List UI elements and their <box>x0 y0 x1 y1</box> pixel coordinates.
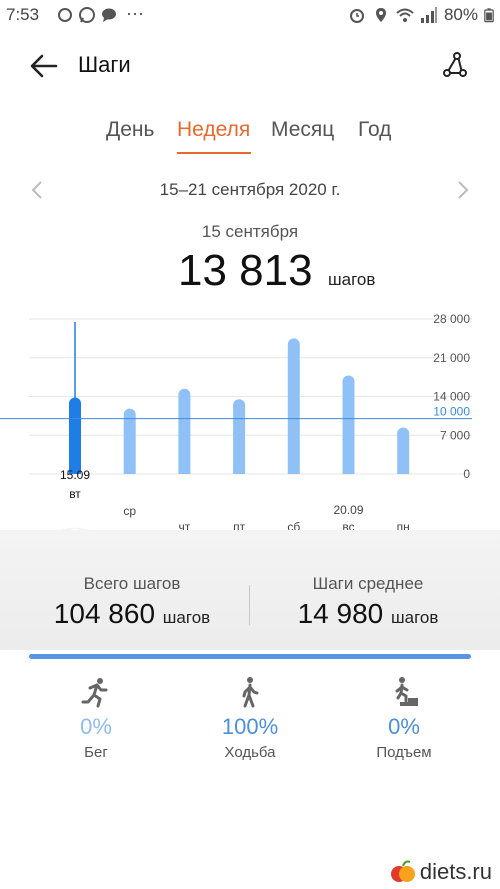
chart-bar-base <box>123 468 136 474</box>
wifi-icon <box>396 8 414 22</box>
walking-label: Ходьба <box>224 744 276 761</box>
y-tick-label: 28 000 <box>433 312 470 326</box>
more-notifications-dots: ··· <box>126 3 144 23</box>
brand-watermark: diets.ru <box>390 859 492 885</box>
total-steps-number: 104 860 <box>53 598 156 629</box>
running-label: Бег <box>84 744 108 761</box>
back-arrow-icon[interactable] <box>28 50 60 82</box>
x-date-label: 15.09 <box>60 468 90 482</box>
average-steps-stat: Шаги среднее 14 980 шагов <box>294 574 442 630</box>
total-steps-unit: шагов <box>162 608 211 627</box>
activity-climbing: 0% Подъем <box>344 676 464 761</box>
apple-logo-icon <box>390 860 415 882</box>
y-tick-label: 7 000 <box>440 428 470 442</box>
chart-bar <box>342 375 355 474</box>
running-percent: 0% <box>80 714 112 739</box>
route-share-icon[interactable] <box>440 50 470 80</box>
active-tab-indicator <box>177 152 251 154</box>
y-tick-label: 21 000 <box>433 351 470 365</box>
average-steps-unit: шагов <box>391 608 439 627</box>
average-steps-label: Шаги среднее <box>312 574 424 593</box>
x-date-label: 20.09 <box>333 503 363 517</box>
activity-running: 0% Бег <box>36 676 156 761</box>
status-bar: 7:53 ··· 80% <box>0 0 500 30</box>
chart-bar <box>287 338 300 474</box>
chart-bar-base <box>397 468 410 474</box>
chevron-right-icon[interactable] <box>456 180 470 200</box>
message-icon <box>102 8 116 22</box>
x-tick-label: вт <box>69 487 81 501</box>
tab-year[interactable]: Год <box>358 118 391 142</box>
running-icon <box>81 678 108 708</box>
average-steps-value: 14 980 шагов <box>294 598 442 630</box>
battery-icon <box>484 8 494 23</box>
chart-bar <box>233 399 246 474</box>
status-notification-icons: ··· <box>56 3 144 24</box>
climbing-percent: 0% <box>388 714 420 739</box>
location-icon <box>375 8 386 22</box>
tab-day[interactable]: День <box>106 118 154 142</box>
battery-percent: 80% <box>443 5 478 24</box>
y-tick-label: 0 <box>463 467 470 481</box>
total-steps-stat: Всего шагов 104 860 шагов <box>52 574 212 630</box>
period-tabs: День Неделя Месяц Год <box>0 118 500 158</box>
app-bar: Шаги <box>0 40 500 90</box>
climbing-label: Подъем <box>376 744 432 761</box>
status-time: 7:53 <box>6 5 40 24</box>
signal-icon <box>420 7 437 23</box>
total-steps-value: 104 860 шагов <box>52 598 212 630</box>
weekly-steps-chart[interactable]: 28 00021 00014 0007 000010 000вт15.09срч… <box>0 300 500 550</box>
chart-bar <box>69 397 81 474</box>
stats-divider <box>249 585 250 625</box>
alarm-icon <box>349 9 364 23</box>
period-navigator: 15–21 сентября 2020 г. <box>0 180 500 204</box>
chart-bar-base <box>233 468 246 474</box>
activity-walking: 100% Ходьба <box>190 676 310 761</box>
page-title: Шаги <box>78 52 131 77</box>
selected-date: 15 сентября <box>201 222 299 241</box>
chart-bar-base <box>178 468 191 474</box>
chart-bar-base <box>342 468 355 474</box>
climbing-icon <box>390 677 418 706</box>
brand-text: diets.ru <box>419 859 492 884</box>
y-tick-label: 14 000 <box>433 390 470 404</box>
total-steps-label: Всего шагов <box>83 574 181 593</box>
chart-bar <box>397 427 410 474</box>
activity-progress-bar <box>29 654 471 659</box>
walking-percent: 100% <box>221 714 279 739</box>
selected-steps-value: 13 813 <box>178 246 313 295</box>
goal-label: 10 000 <box>433 405 470 419</box>
average-steps-number: 14 980 <box>297 598 384 629</box>
period-label: 15–21 сентября 2020 г. <box>159 180 341 199</box>
chart-bar <box>178 388 191 474</box>
status-system-icons: 80% <box>348 5 494 25</box>
x-tick-label: ср <box>123 504 136 518</box>
tab-week[interactable]: Неделя <box>177 118 250 142</box>
tab-month[interactable]: Месяц <box>271 118 334 142</box>
chart-bar-base <box>287 468 300 474</box>
notification-icon <box>58 8 72 22</box>
whatsapp-icon <box>79 7 95 23</box>
walking-icon <box>242 677 259 708</box>
selected-steps-unit: шагов <box>328 270 376 289</box>
